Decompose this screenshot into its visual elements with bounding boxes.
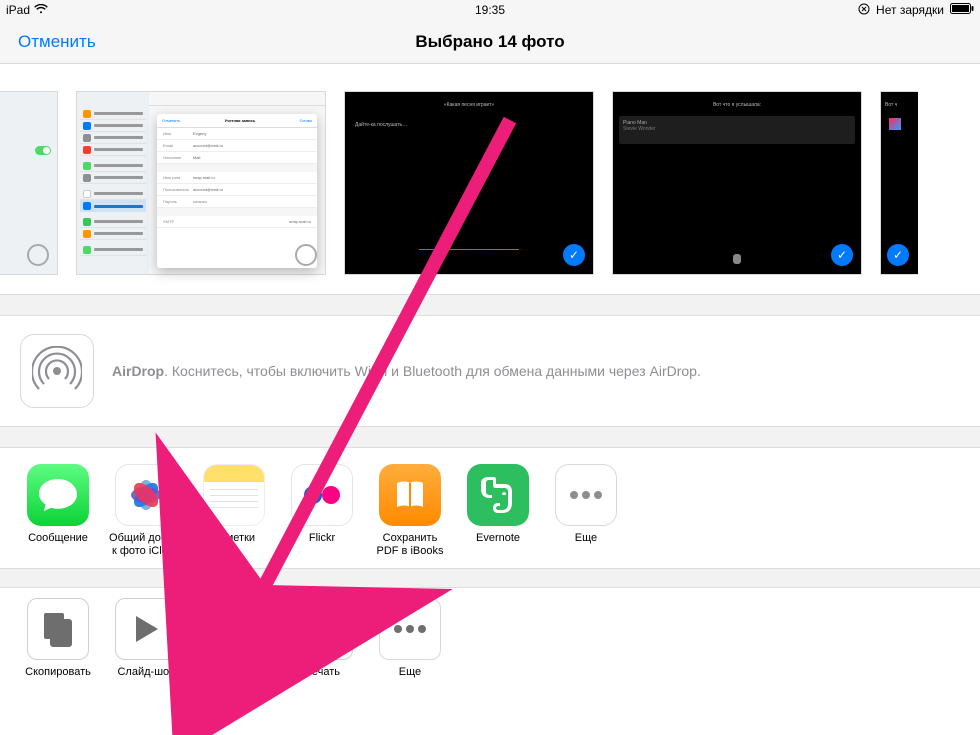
thumbnail[interactable]: Вот ч [880,91,918,275]
app-notes[interactable]: Заметки [196,464,272,560]
play-icon [115,598,177,660]
airdrop-text: AirDrop. Коснитесь, чтобы включить Wi-Fi… [112,363,701,379]
section-separator [0,568,980,588]
wifi-icon [34,3,48,17]
app-evernote[interactable]: Evernote [460,464,536,560]
page-title: Выбрано 14 фото [415,32,564,52]
nav-bar: Отменить Выбрано 14 фото [0,20,980,64]
notes-icon [203,464,265,526]
thumbnail-settings[interactable]: ОтменитьУчетная записьГотово ИмяEvgeny E… [76,91,326,275]
more-icon [555,464,617,526]
ibooks-icon [379,464,441,526]
airdrop-row[interactable]: AirDrop. Коснитесь, чтобы включить Wi-Fi… [0,316,980,426]
app-more[interactable]: Еще [548,464,624,560]
evernote-icon [467,464,529,526]
section-separator [0,426,980,448]
print-icon [291,598,353,660]
flickr-icon [291,464,353,526]
selection-circle[interactable] [295,244,317,266]
action-more[interactable]: Еще [372,598,448,694]
photos-icon [115,464,177,526]
thumbnail-siri-result[interactable]: Вот что я услышала: Piano ManStevie Wond… [612,91,862,275]
apps-row: Сообщение Общий доступ к фото iCloud Зам… [0,448,980,568]
charge-label: Нет зарядки [876,3,944,17]
modal-account: ОтменитьУчетная записьГотово ИмяEvgeny E… [157,114,317,268]
action-print[interactable]: Печать [284,598,360,694]
selection-circle[interactable] [27,244,49,266]
thumbnail-siri-listen[interactable]: «Какая песня играет» Дайте-ка послушать… [344,91,594,275]
status-bar: iPad 19:35 Нет зарядки [0,0,980,20]
clock: 19:35 [475,3,505,17]
preview-strip[interactable]: ОтменитьУчетная записьГотово ИмяEvgeny E… [0,64,980,294]
selection-check-icon[interactable] [831,244,853,266]
selection-check-icon[interactable] [563,244,585,266]
not-charging-icon [858,3,870,18]
airdrop-icon [20,334,94,408]
thumbnail[interactable] [0,91,58,275]
app-icloud-photos[interactable]: Общий доступ к фото iCloud [108,464,184,560]
actions-row: Скопировать Слайд-шоу Скрыть Печать Еще [0,588,980,716]
messages-icon [27,464,89,526]
battery-icon [950,3,974,17]
hide-icon [203,598,265,660]
copy-icon [27,598,89,660]
section-separator [0,294,980,316]
device-label: iPad [6,3,30,17]
selection-check-icon[interactable] [887,244,909,266]
action-slideshow[interactable]: Слайд-шоу [108,598,184,694]
action-copy[interactable]: Скопировать [20,598,96,694]
more-icon [379,598,441,660]
action-hide[interactable]: Скрыть [196,598,272,694]
cancel-button[interactable]: Отменить [18,32,96,52]
app-messages[interactable]: Сообщение [20,464,96,560]
app-flickr[interactable]: Flickr [284,464,360,560]
app-ibooks[interactable]: Сохранить PDF в iBooks [372,464,448,560]
